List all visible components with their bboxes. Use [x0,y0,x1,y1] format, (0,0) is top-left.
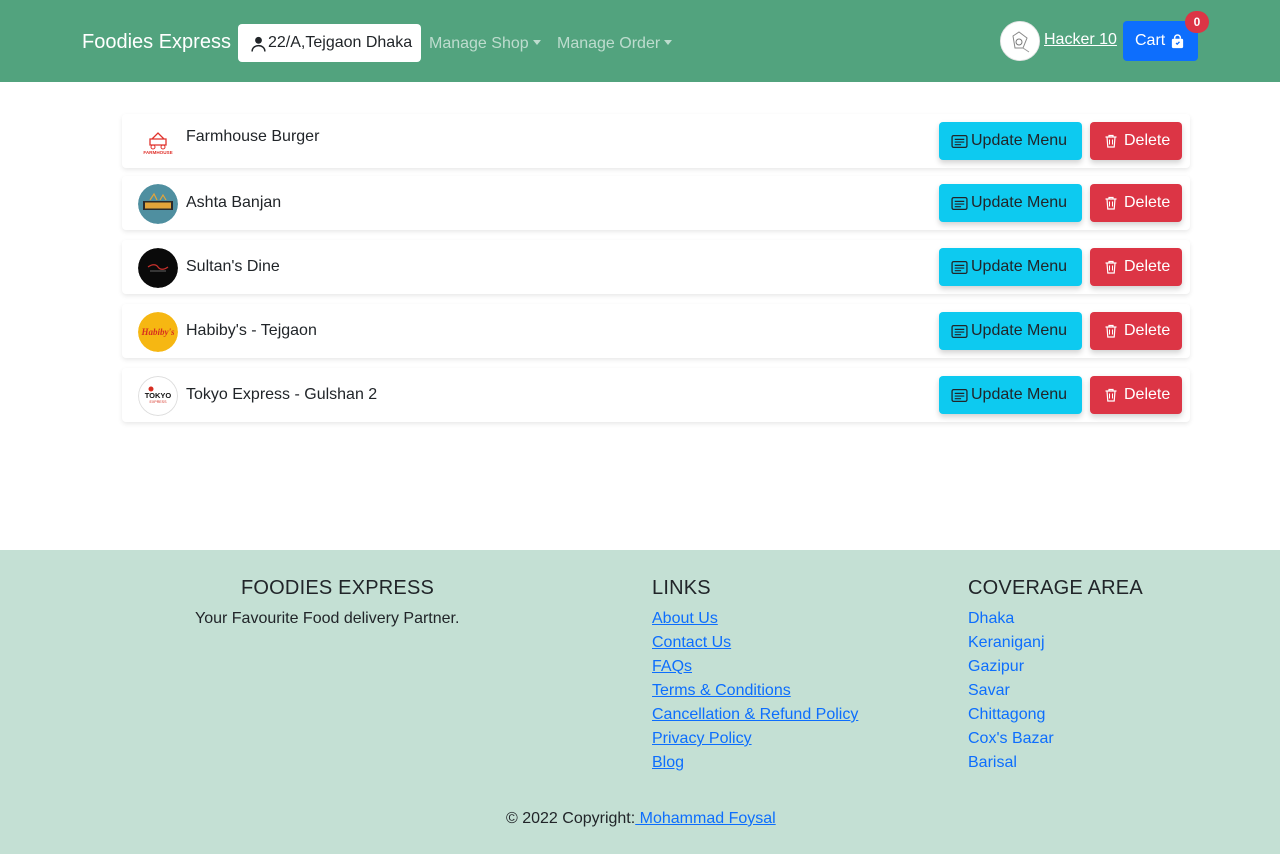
delete-label: Delete [1124,386,1171,403]
shop-row: Habiby's Habiby's - Tejgaon Update Menu … [122,304,1190,358]
shop-row: Ashta Banjan Update Menu Delete [122,176,1190,230]
user-profile-link[interactable]: Hacker 10 [1044,30,1117,50]
delete-label: Delete [1124,258,1171,275]
shop-row: TOKYO EXPRESS Tokyo Express - Gulshan 2 … [122,368,1190,422]
update-menu-button[interactable]: Update Menu [939,248,1082,286]
shop-row: FARMHOUSE Farmhouse Burger Update Menu D… [122,114,1190,168]
coverage-item[interactable]: Barisal [968,754,1054,778]
footer-link-contact-us[interactable]: Contact Us [652,634,858,658]
footer-links-title: LINKS [652,577,711,599]
update-menu-label: Update Menu [971,258,1068,275]
avatar[interactable] [1000,21,1040,61]
update-menu-button[interactable]: Update Menu [939,312,1082,350]
shop-logo-habibys: Habiby's [138,312,178,352]
footer-coverage-list: Dhaka Keraniganj Gazipur Savar Chittagon… [968,610,1054,778]
cart-count-badge: 0 [1185,11,1209,33]
copyright-author-link[interactable]: Mohammad Foysal [635,810,776,827]
footer-link-about-us[interactable]: About Us [652,610,858,634]
delete-button[interactable]: Delete [1090,184,1182,222]
bag-icon [1172,33,1184,48]
footer-link-terms[interactable]: Terms & Conditions [652,682,858,706]
card-text-icon [951,388,968,402]
trash-icon [1105,260,1117,274]
footer-link-refund-policy[interactable]: Cancellation & Refund Policy [652,706,858,730]
shop-logo-ashta-banjan [138,184,178,224]
shop-name: Habiby's - Tejgaon [186,322,317,339]
manage-order-dropdown[interactable]: Manage Order [557,34,673,54]
footer-link-privacy-policy[interactable]: Privacy Policy [652,730,858,754]
update-menu-label: Update Menu [971,194,1068,211]
manage-shop-dropdown[interactable]: Manage Shop [429,34,541,54]
brand-logo-text[interactable]: Foodies Express [82,30,231,54]
delete-button[interactable]: Delete [1090,376,1182,414]
shop-row: Sultan's Dine Update Menu Delete [122,240,1190,294]
update-menu-button[interactable]: Update Menu [939,122,1082,160]
shop-logo-farmhouse: FARMHOUSE [138,121,178,161]
manage-shop-label: Manage Shop [429,35,529,52]
trash-icon [1105,324,1117,338]
copyright: © 2022 Copyright: Mohammad Foysal [506,810,776,828]
coverage-item[interactable]: Keraniganj [968,634,1054,658]
tokyo-logo-text: TOKYO [145,391,172,400]
update-menu-label: Update Menu [971,322,1068,339]
caret-down-icon [532,40,541,45]
delete-button[interactable]: Delete [1090,312,1182,350]
shop-name: Sultan's Dine [186,258,280,275]
habibys-logo-text: Habiby's [141,327,175,337]
footer-tagline: Your Favourite Food delivery Partner. [195,610,460,627]
delete-label: Delete [1124,132,1171,149]
footer-brand-title: FOODIES EXPRESS [241,577,435,599]
coverage-item[interactable]: Dhaka [968,610,1054,634]
copyright-prefix: © 2022 Copyright: [506,810,636,827]
delete-button[interactable]: Delete [1090,122,1182,160]
update-menu-label: Update Menu [971,386,1068,403]
shop-name: Tokyo Express - Gulshan 2 [186,386,378,403]
trash-icon [1105,134,1117,148]
delete-label: Delete [1124,194,1171,211]
delete-label: Delete [1124,322,1171,339]
coverage-item[interactable]: Savar [968,682,1054,706]
shop-name: Ashta Banjan [186,194,282,211]
trash-icon [1105,388,1117,402]
footer-coverage-title: COVERAGE AREA [968,577,1143,599]
caret-down-icon [664,40,673,45]
avatar-image [1001,22,1039,60]
person-pin-icon [251,36,266,52]
card-text-icon [951,196,968,210]
card-text-icon [951,134,968,148]
card-text-icon [951,260,968,274]
shop-logo-tokyo-express: TOKYO EXPRESS [138,376,178,416]
navbar: Foodies Express 22/A,Tejgaon Dhaka Manag… [0,0,1280,82]
tokyo-logo-subtext: EXPRESS [150,400,168,404]
shop-logo-sultans-dine [138,248,178,288]
footer: FOODIES EXPRESS Your Favourite Food deli… [0,550,1280,854]
card-text-icon [951,324,968,338]
footer-links-list: About Us Contact Us FAQs Terms & Conditi… [652,610,858,778]
update-menu-button[interactable]: Update Menu [939,184,1082,222]
shop-name: Farmhouse Burger [186,128,320,145]
trash-icon [1105,196,1117,210]
cart-label: Cart [1135,32,1166,49]
coverage-item[interactable]: Chittagong [968,706,1054,730]
delete-button[interactable]: Delete [1090,248,1182,286]
coverage-item[interactable]: Gazipur [968,658,1054,682]
location-button[interactable]: 22/A,Tejgaon Dhaka [238,24,421,62]
location-label: 22/A,Tejgaon Dhaka [268,34,413,51]
update-menu-button[interactable]: Update Menu [939,376,1082,414]
footer-link-faqs[interactable]: FAQs [652,658,858,682]
coverage-item[interactable]: Cox's Bazar [968,730,1054,754]
manage-order-label: Manage Order [557,35,661,52]
farmhouse-logo-text: FARMHOUSE [143,150,172,155]
footer-link-blog[interactable]: Blog [652,754,858,778]
update-menu-label: Update Menu [971,132,1068,149]
